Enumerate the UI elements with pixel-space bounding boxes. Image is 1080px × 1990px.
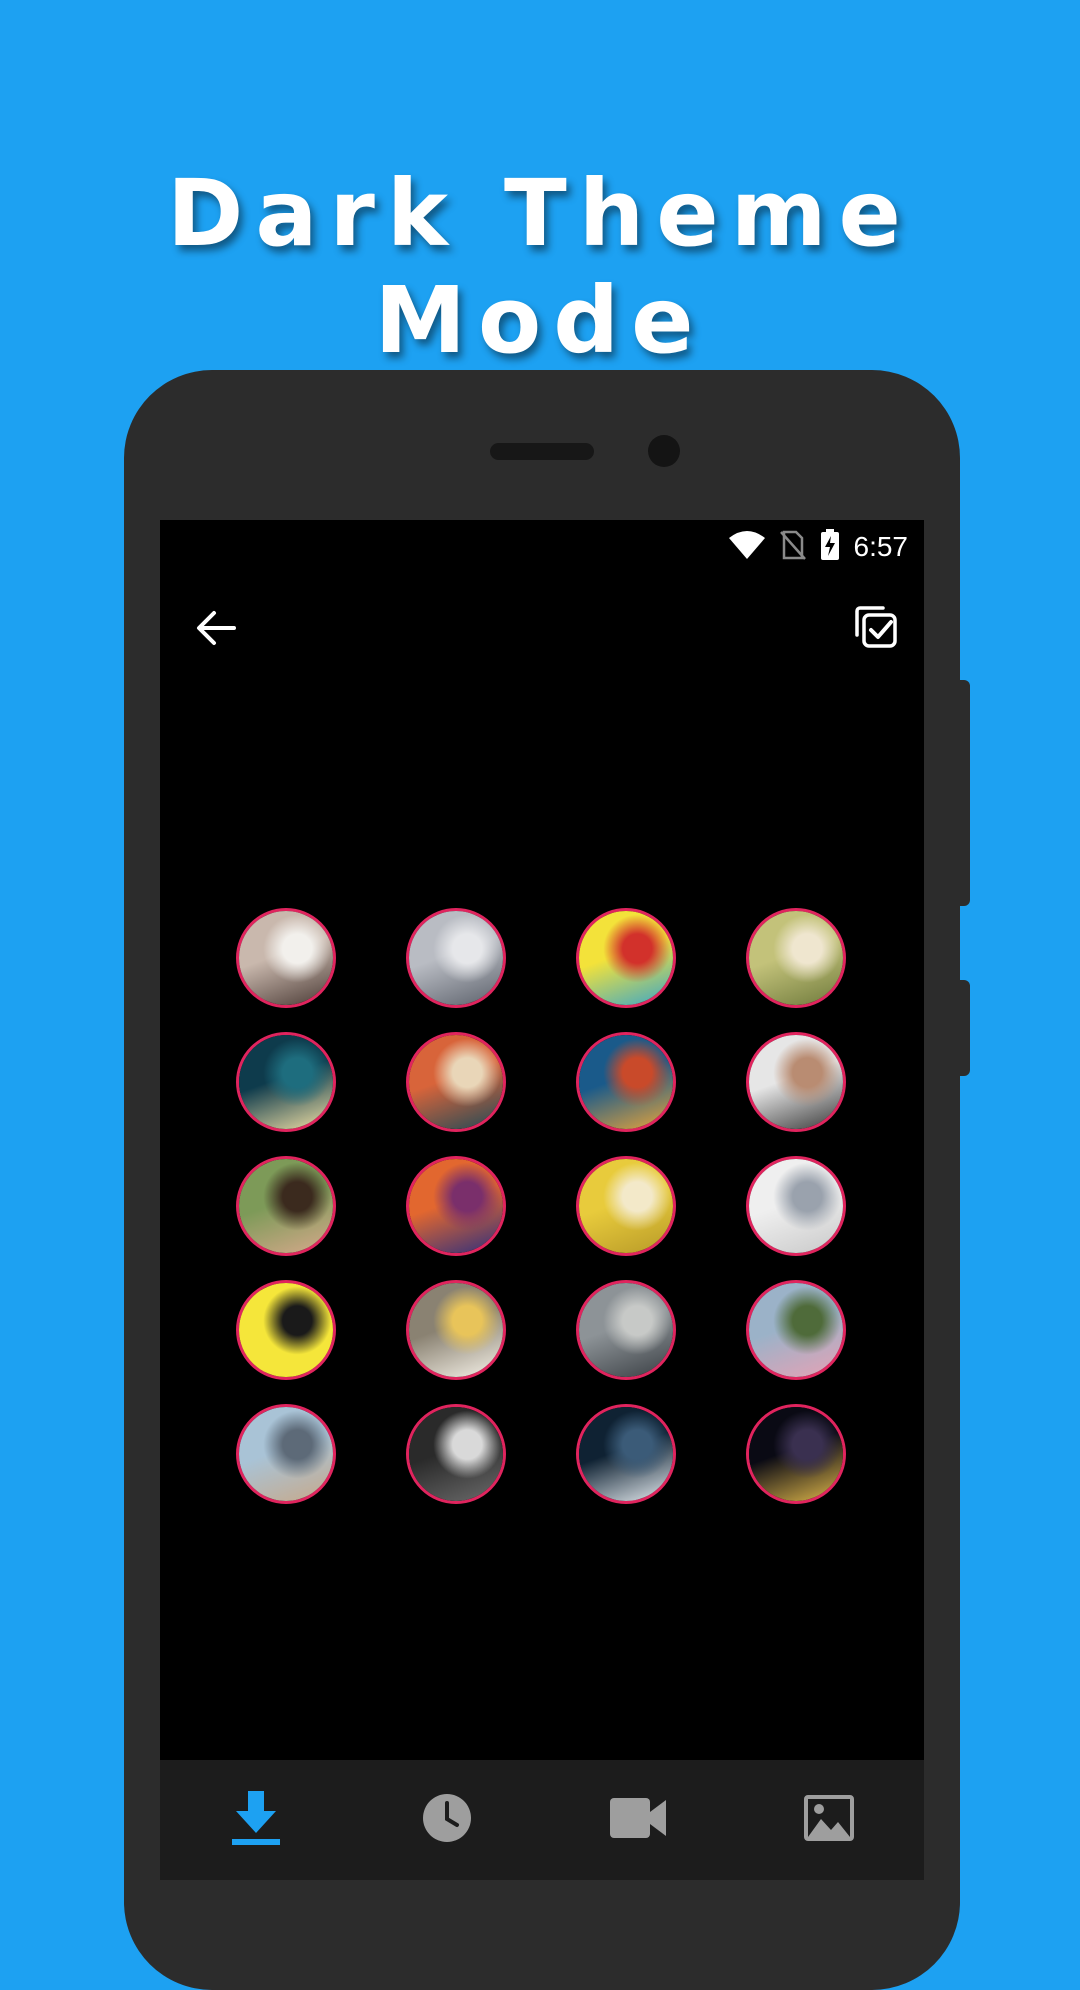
- status-thumbnail-yellow-pear[interactable]: [576, 1156, 676, 1256]
- nav-videos[interactable]: [578, 1760, 698, 1880]
- thumbnail-image: [409, 1283, 503, 1377]
- status-thumbnail-rainy-window-person[interactable]: [406, 908, 506, 1008]
- status-thumbnail-beach-walker[interactable]: [236, 1404, 336, 1504]
- history-clock-icon: [421, 1792, 473, 1849]
- thumbnail-image: [579, 1283, 673, 1377]
- thumbnail-image: [579, 1035, 673, 1129]
- thumbnail-image: [749, 1035, 843, 1129]
- thumbnail-image: [409, 1035, 503, 1129]
- status-thumbnail-white-flower[interactable]: [406, 1280, 506, 1380]
- status-thumbnail-ocean-waves[interactable]: [576, 1404, 676, 1504]
- status-thumbnail-woman-portrait[interactable]: [236, 1156, 336, 1256]
- thumbnail-image: [749, 911, 843, 1005]
- thumbnail-image: [409, 911, 503, 1005]
- phone-volume-button: [958, 680, 970, 906]
- status-thumbnail-pier-sunset[interactable]: [406, 1156, 506, 1256]
- download-icon: [230, 1789, 282, 1852]
- select-all-button[interactable]: [848, 602, 902, 656]
- status-thumbnail-wave-artwork[interactable]: [406, 1032, 506, 1132]
- status-gallery-grid: [236, 908, 848, 1504]
- status-thumbnail-sunset-mountains[interactable]: [576, 1032, 676, 1132]
- arrow-back-icon: [194, 606, 238, 655]
- thumbnail-image: [579, 1407, 673, 1501]
- nav-history[interactable]: [387, 1760, 507, 1880]
- thumbnail-image: [749, 1407, 843, 1501]
- status-time: 6:57: [853, 531, 909, 562]
- status-thumbnail-dark-portrait[interactable]: [406, 1404, 506, 1504]
- bottom-navigation: [160, 1760, 924, 1880]
- promo-headline: Dark Theme Mode: [167, 160, 913, 374]
- nav-images[interactable]: [769, 1760, 889, 1880]
- battery-charging-icon: [820, 528, 840, 566]
- thumbnail-image: [579, 1159, 673, 1253]
- select-all-icon: [851, 603, 899, 656]
- status-bar: 6:57: [160, 520, 924, 572]
- nav-downloads[interactable]: [196, 1760, 316, 1880]
- back-button[interactable]: [190, 604, 242, 656]
- thumbnail-image: [239, 1283, 333, 1377]
- thumbnail-image: [579, 911, 673, 1005]
- status-thumbnail-cartoon-sponge[interactable]: [576, 908, 676, 1008]
- thumbnail-image: [749, 1283, 843, 1377]
- phone-front-camera: [648, 435, 680, 467]
- no-sim-icon: [779, 530, 806, 565]
- status-icons: 6:57: [728, 528, 909, 566]
- status-thumbnail-rock-person-sea[interactable]: [576, 1280, 676, 1380]
- status-thumbnail-kitten-on-grass[interactable]: [746, 908, 846, 1008]
- status-thumbnail-flowers-on-wall[interactable]: [746, 1156, 846, 1256]
- wifi-icon: [728, 530, 766, 565]
- phone-power-button: [958, 980, 970, 1076]
- app-screen: 6:57: [160, 520, 924, 1880]
- thumbnail-image: [749, 1159, 843, 1253]
- phone-speaker: [490, 443, 594, 460]
- thumbnail-image: [239, 911, 333, 1005]
- status-thumbnail-person-with-cat[interactable]: [236, 908, 336, 1008]
- toolbar: [160, 572, 924, 684]
- thumbnail-image: [239, 1407, 333, 1501]
- thumbnail-image: [239, 1159, 333, 1253]
- thumbnail-image: [409, 1407, 503, 1501]
- status-thumbnail-man-drinking[interactable]: [746, 1032, 846, 1132]
- video-camera-icon: [609, 1796, 667, 1845]
- status-thumbnail-night-city[interactable]: [746, 1404, 846, 1504]
- status-thumbnail-moon-over-sea[interactable]: [236, 1032, 336, 1132]
- status-thumbnail-signature-yellow[interactable]: [236, 1280, 336, 1380]
- status-thumbnail-pink-blossoms[interactable]: [746, 1280, 846, 1380]
- image-icon: [803, 1794, 854, 1846]
- thumbnail-image: [239, 1035, 333, 1129]
- thumbnail-image: [409, 1159, 503, 1253]
